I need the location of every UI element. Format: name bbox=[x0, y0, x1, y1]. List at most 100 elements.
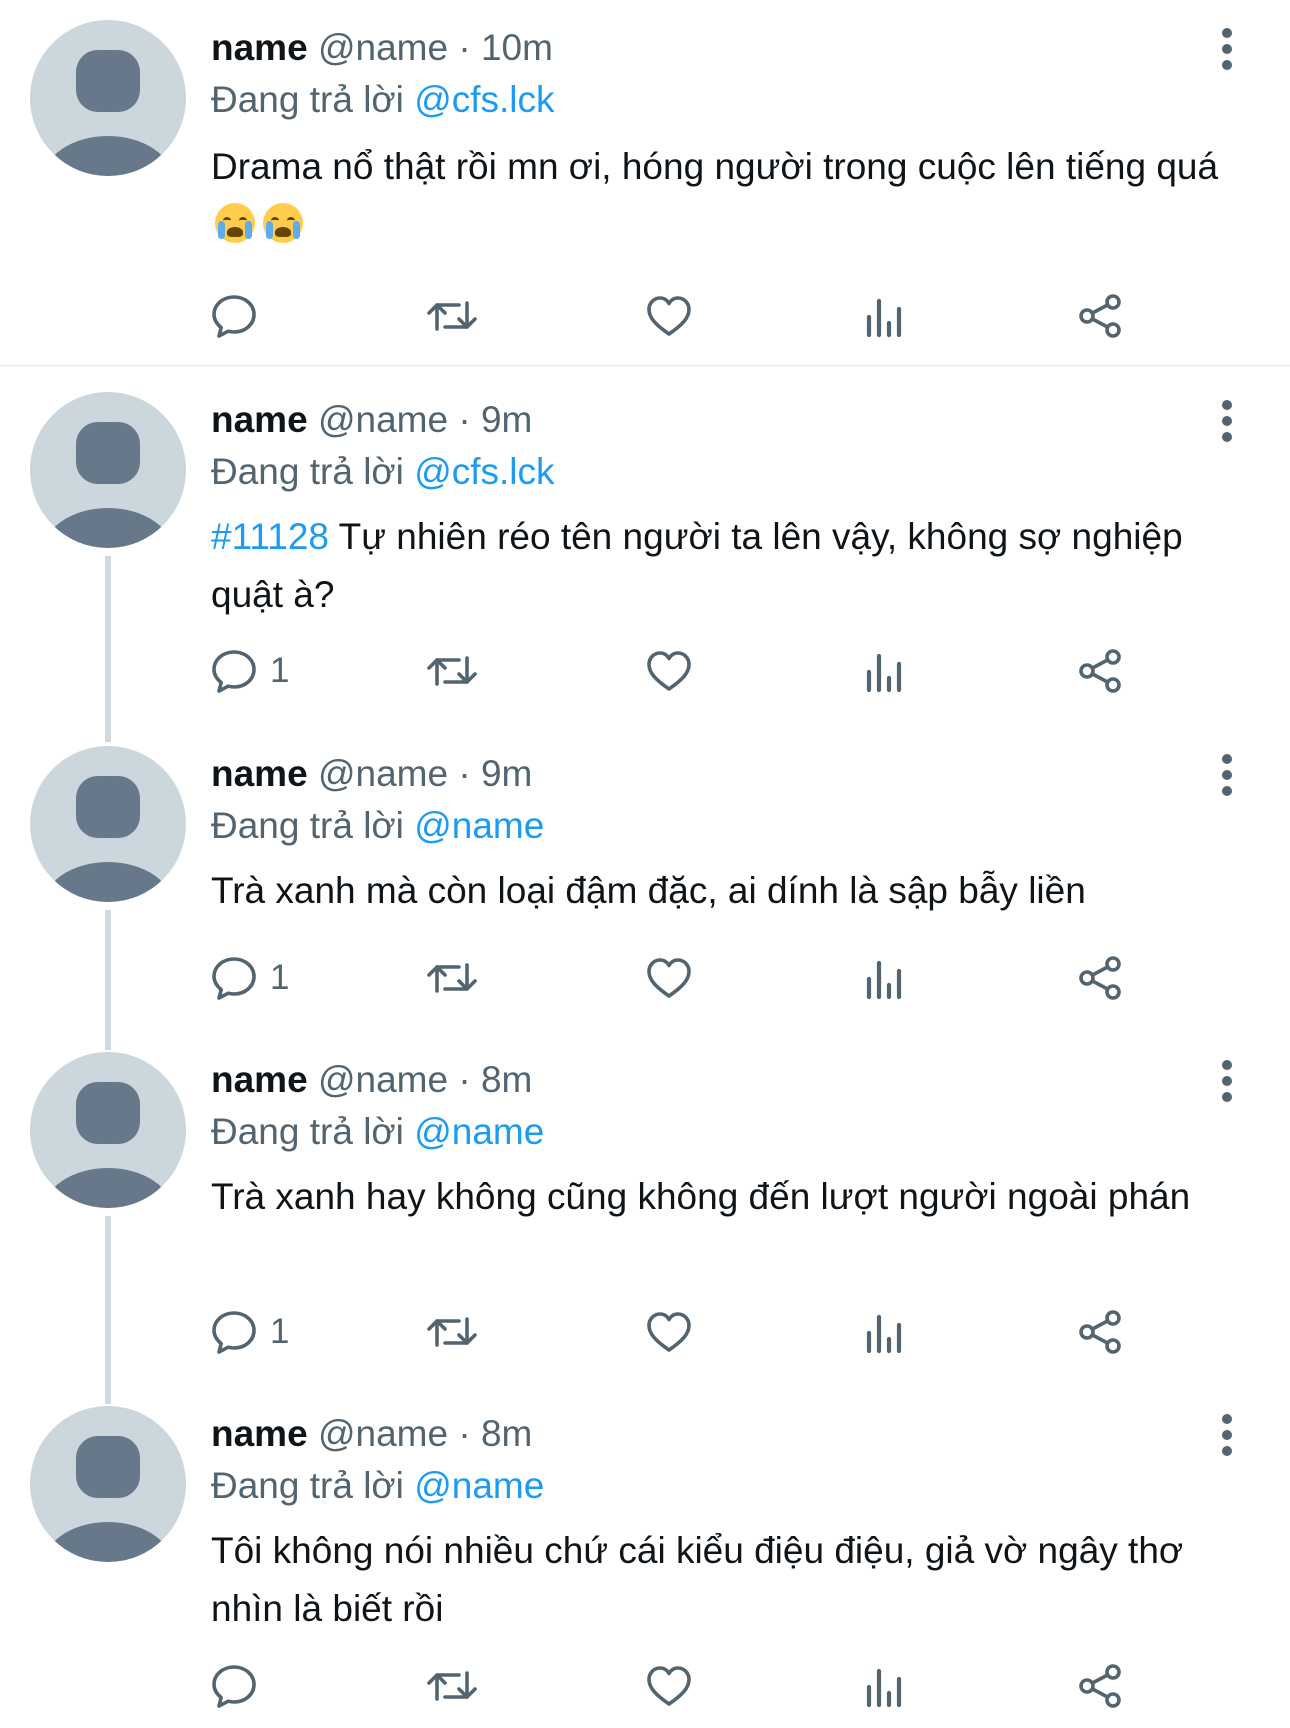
views-button[interactable] bbox=[862, 291, 908, 341]
hashtag-link[interactable]: #11128 bbox=[211, 516, 329, 557]
timestamp[interactable]: 9m bbox=[481, 399, 532, 440]
default-avatar-icon bbox=[42, 1082, 174, 1208]
user-handle[interactable]: @name bbox=[318, 1059, 448, 1100]
heart-icon bbox=[644, 1661, 694, 1711]
like-button[interactable] bbox=[644, 953, 694, 1003]
repost-button[interactable] bbox=[424, 953, 480, 1003]
reply-bubble-icon bbox=[210, 646, 260, 696]
user-handle[interactable]: @name bbox=[318, 1413, 448, 1454]
more-vertical-icon[interactable] bbox=[1209, 25, 1245, 75]
reply-to-handle[interactable]: @name bbox=[414, 1111, 544, 1152]
share-button[interactable] bbox=[1075, 1307, 1125, 1357]
separator: · bbox=[458, 399, 471, 440]
bar-chart-icon bbox=[862, 291, 908, 341]
reply-button[interactable]: 1 bbox=[210, 953, 289, 1003]
more-vertical-icon[interactable] bbox=[1209, 1057, 1245, 1107]
more-vertical-icon[interactable] bbox=[1209, 751, 1245, 801]
replying-to: Đang trả lời @cfs.lck bbox=[211, 449, 555, 495]
share-icon bbox=[1075, 1307, 1125, 1357]
bar-chart-icon bbox=[862, 1307, 908, 1357]
reply-to-handle[interactable]: @name bbox=[414, 805, 544, 846]
reply-prefix: Đang trả lời bbox=[211, 1111, 404, 1152]
post-body: Tự nhiên réo tên người ta lên vậy, không… bbox=[211, 516, 1183, 615]
post-text: Tôi không nói nhiều chứ cái kiểu điệu đi… bbox=[211, 1522, 1241, 1638]
reply-bubble-icon bbox=[210, 1307, 260, 1357]
timestamp[interactable]: 8m bbox=[481, 1413, 532, 1454]
more-vertical-icon[interactable] bbox=[1209, 1411, 1245, 1461]
share-button[interactable] bbox=[1075, 646, 1125, 696]
share-icon bbox=[1075, 1661, 1125, 1711]
views-button[interactable] bbox=[862, 953, 908, 1003]
share-button[interactable] bbox=[1075, 953, 1125, 1003]
post-body: Drama nổ thật rồi mn ơi, hóng người tron… bbox=[211, 146, 1219, 187]
display-name[interactable]: name bbox=[211, 1059, 308, 1100]
share-icon bbox=[1075, 646, 1125, 696]
post-header: name @name · 10m bbox=[211, 25, 553, 71]
avatar[interactable] bbox=[30, 746, 186, 902]
avatar[interactable] bbox=[30, 20, 186, 176]
display-name[interactable]: name bbox=[211, 27, 308, 68]
heart-icon bbox=[644, 646, 694, 696]
reply-button[interactable]: 1 bbox=[210, 1307, 289, 1357]
views-button[interactable] bbox=[862, 1661, 908, 1711]
post-body: Trà xanh hay không cũng không đến lượt n… bbox=[211, 1176, 1191, 1217]
reply-prefix: Đang trả lời bbox=[211, 451, 404, 492]
action-bar: 1 bbox=[0, 1301, 1290, 1361]
post-header: name @name · 9m bbox=[211, 751, 532, 797]
share-icon bbox=[1075, 953, 1125, 1003]
user-handle[interactable]: @name bbox=[318, 27, 448, 68]
reply-to-handle[interactable]: @cfs.lck bbox=[414, 451, 554, 492]
views-button[interactable] bbox=[862, 646, 908, 696]
separator: · bbox=[458, 1059, 471, 1100]
repost-button[interactable] bbox=[424, 646, 480, 696]
heart-icon bbox=[644, 953, 694, 1003]
display-name[interactable]: name bbox=[211, 753, 308, 794]
reply-to-handle[interactable]: @name bbox=[414, 1465, 544, 1506]
bar-chart-icon bbox=[862, 953, 908, 1003]
reply-bubble-icon bbox=[210, 1661, 260, 1711]
repost-button[interactable] bbox=[424, 1307, 480, 1357]
display-name[interactable]: name bbox=[211, 1413, 308, 1454]
reply-bubble-icon bbox=[210, 291, 260, 341]
repost-icon bbox=[424, 1661, 480, 1711]
default-avatar-icon bbox=[42, 50, 174, 176]
timestamp[interactable]: 10m bbox=[481, 27, 553, 68]
views-button[interactable] bbox=[862, 1307, 908, 1357]
reply-to-handle[interactable]: @cfs.lck bbox=[414, 79, 554, 120]
post-header: name @name · 8m bbox=[211, 1411, 532, 1457]
share-button[interactable] bbox=[1075, 1661, 1125, 1711]
repost-button[interactable] bbox=[424, 291, 480, 341]
repost-icon bbox=[424, 1307, 480, 1357]
action-bar bbox=[0, 285, 1290, 345]
more-vertical-icon[interactable] bbox=[1209, 397, 1245, 447]
default-avatar-icon bbox=[42, 1436, 174, 1562]
avatar[interactable] bbox=[30, 392, 186, 548]
timestamp[interactable]: 9m bbox=[481, 753, 532, 794]
user-handle[interactable]: @name bbox=[318, 399, 448, 440]
default-avatar-icon bbox=[42, 422, 174, 548]
like-button[interactable] bbox=[644, 646, 694, 696]
reply-prefix: Đang trả lời bbox=[211, 805, 404, 846]
reply-button[interactable]: 1 bbox=[210, 646, 289, 696]
crying-emoji bbox=[211, 203, 307, 245]
avatar[interactable] bbox=[30, 1406, 186, 1562]
post-divider bbox=[0, 364, 1290, 367]
reply-button[interactable] bbox=[210, 1661, 270, 1711]
like-button[interactable] bbox=[644, 1307, 694, 1357]
post-text: Trà xanh hay không cũng không đến lượt n… bbox=[211, 1168, 1241, 1226]
bar-chart-icon bbox=[862, 1661, 908, 1711]
display-name[interactable]: name bbox=[211, 399, 308, 440]
user-handle[interactable]: @name bbox=[318, 753, 448, 794]
action-bar: 1 bbox=[0, 640, 1290, 700]
timestamp[interactable]: 8m bbox=[481, 1059, 532, 1100]
avatar[interactable] bbox=[30, 1052, 186, 1208]
share-button[interactable] bbox=[1075, 291, 1125, 341]
replying-to: Đang trả lời @cfs.lck bbox=[211, 77, 555, 123]
like-button[interactable] bbox=[644, 1661, 694, 1711]
like-button[interactable] bbox=[644, 291, 694, 341]
heart-icon bbox=[644, 291, 694, 341]
reply-prefix: Đang trả lời bbox=[211, 79, 404, 120]
replying-to: Đang trả lời @name bbox=[211, 1463, 544, 1509]
reply-button[interactable] bbox=[210, 291, 270, 341]
repost-button[interactable] bbox=[424, 1661, 480, 1711]
